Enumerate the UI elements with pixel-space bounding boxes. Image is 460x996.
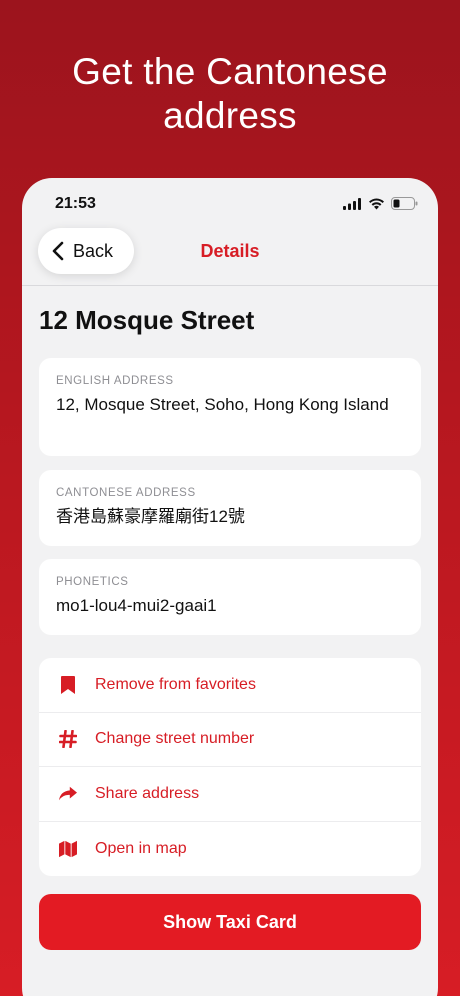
map-icon	[59, 839, 77, 859]
remove-favorite-label: Remove from favorites	[95, 675, 256, 693]
phonetics-label: PHONETICS	[56, 576, 129, 588]
cantonese-address-card[interactable]: CANTONESE ADDRESS 香港島蘇豪摩羅廟街12號	[39, 470, 421, 546]
wifi-icon	[369, 198, 384, 209]
cantonese-address-value: 香港島蘇豪摩羅廟街12號	[56, 507, 245, 526]
show-taxi-card-button[interactable]: Show Taxi Card	[39, 894, 421, 950]
english-address-card[interactable]: ENGLISH ADDRESS 12, Mosque Street, Soho,…	[39, 358, 421, 456]
cellular-signal-icon	[343, 197, 361, 210]
status-bar: 21:53	[22, 178, 438, 228]
change-street-number-button[interactable]: Change street number	[39, 713, 421, 767]
nav-title: Details	[200, 241, 260, 261]
phonetics-card[interactable]: PHONETICS mo1-lou4-mui2-gaai1	[39, 559, 421, 635]
battery-icon	[391, 197, 418, 210]
cantonese-address-label: CANTONESE ADDRESS	[56, 487, 196, 499]
share-address-label: Share address	[95, 784, 200, 802]
remove-favorite-button[interactable]: Remove from favorites	[39, 658, 421, 713]
headline-line-2: address	[163, 95, 297, 136]
share-arrow-icon	[59, 784, 77, 804]
actions-list: Remove from favorites Change street numb…	[39, 658, 421, 876]
phone-screen: 21:53 Back Details 12 Mosque Street ENGL…	[22, 178, 438, 996]
open-in-map-button[interactable]: Open in map	[39, 822, 421, 877]
status-time: 21:53	[55, 195, 96, 212]
page-title: 12 Mosque Street	[39, 305, 255, 335]
open-in-map-label: Open in map	[95, 839, 187, 857]
hash-icon	[59, 729, 77, 749]
bookmark-icon	[59, 675, 77, 695]
navigation-bar: Back Details	[22, 228, 438, 286]
english-address-label: ENGLISH ADDRESS	[56, 375, 174, 387]
share-address-button[interactable]: Share address	[39, 767, 421, 822]
promo-headline: Get the Cantonese address	[0, 50, 460, 138]
change-street-number-label: Change street number	[95, 730, 255, 748]
phonetics-value: mo1-lou4-mui2-gaai1	[56, 596, 217, 615]
status-icons	[343, 197, 418, 210]
headline-line-1: Get the Cantonese	[72, 51, 388, 92]
english-address-value: 12, Mosque Street, Soho, Hong Kong Islan…	[56, 395, 389, 414]
